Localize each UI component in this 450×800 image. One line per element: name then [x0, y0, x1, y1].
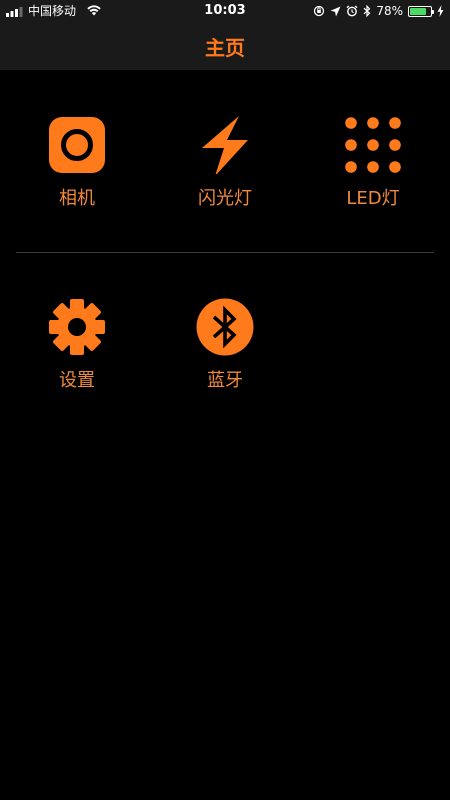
flashlight-label: 闪光灯	[198, 188, 252, 209]
wifi-icon	[87, 5, 101, 16]
carrier-name: 中国移动	[28, 4, 77, 18]
battery-icon	[408, 5, 434, 17]
page-title: 主页	[205, 35, 245, 60]
gear-icon	[49, 299, 105, 355]
signal-strength-icon	[6, 7, 23, 17]
bluetooth-icon	[196, 298, 254, 356]
charging-bolt-icon	[437, 5, 444, 17]
led-light-button[interactable]: LED灯	[298, 116, 448, 226]
flashlight-button[interactable]: 闪光灯	[150, 116, 300, 226]
battery-percent: 78%	[376, 4, 403, 18]
orientation-lock-icon	[314, 5, 325, 17]
bluetooth-button[interactable]: 蓝牙	[150, 298, 300, 408]
status-bar: 中国移动 10:03 78%	[0, 0, 450, 22]
lightning-icon	[202, 116, 248, 174]
battery-level-fill	[410, 7, 426, 15]
led-light-label: LED灯	[346, 188, 400, 209]
settings-button[interactable]: 设置	[2, 298, 152, 408]
section-divider	[16, 252, 434, 253]
navigation-bar: 主页	[0, 22, 450, 70]
camera-icon	[49, 117, 105, 173]
settings-label: 设置	[59, 370, 95, 391]
bluetooth-label: 蓝牙	[207, 370, 243, 391]
led-dots-icon	[345, 117, 401, 173]
location-arrow-icon	[330, 6, 341, 16]
camera-button[interactable]: 相机	[2, 116, 152, 226]
camera-label: 相机	[59, 188, 95, 209]
bluetooth-status-icon	[363, 5, 371, 17]
alarm-clock-icon	[346, 5, 358, 17]
